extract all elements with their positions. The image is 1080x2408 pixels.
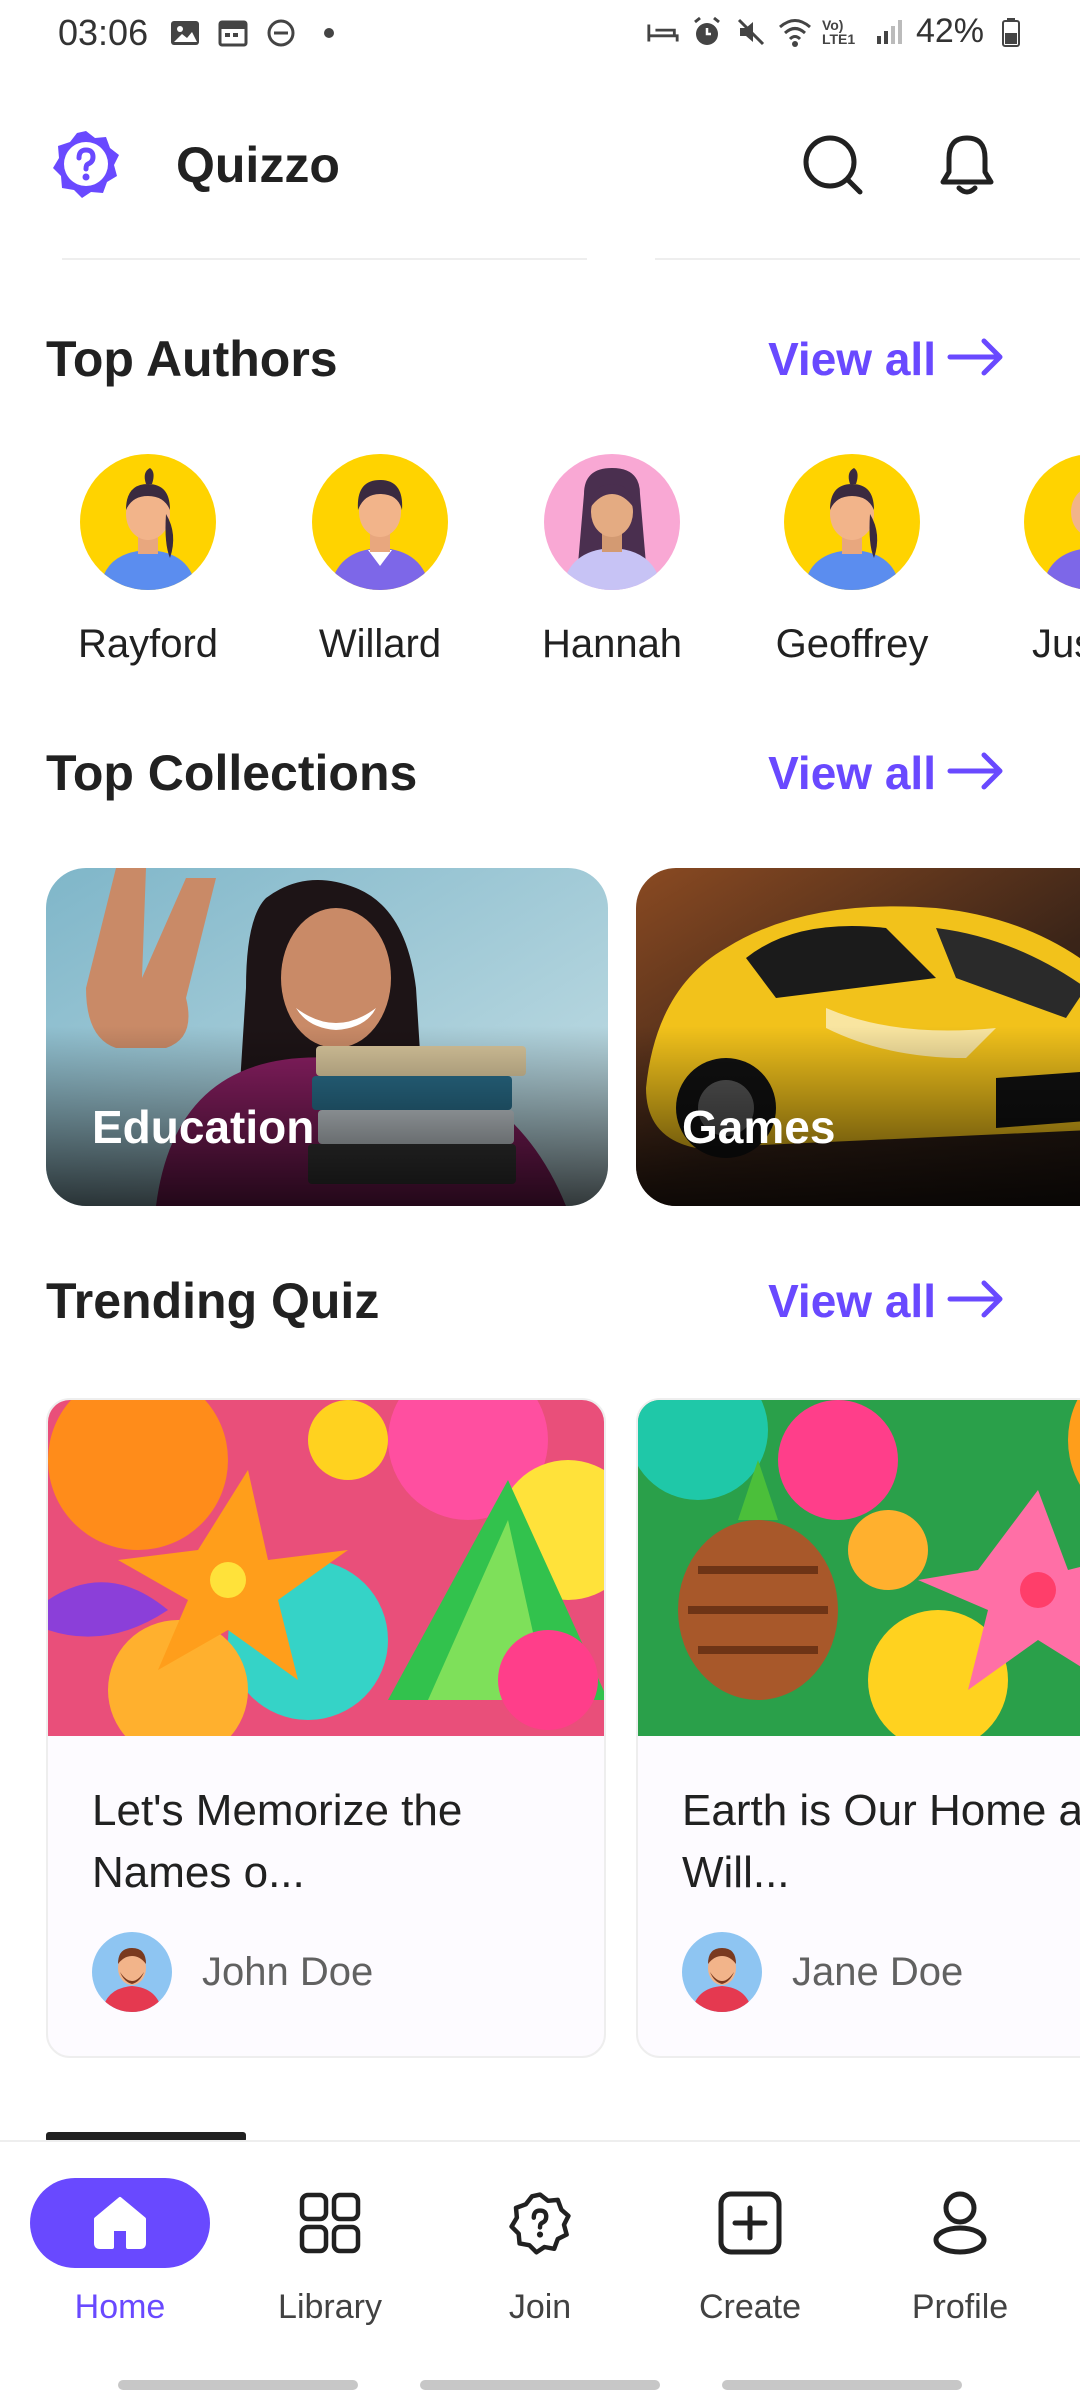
collection-label: Education: [92, 1101, 315, 1153]
author-name: Rayford: [77, 622, 219, 666]
author-item[interactable]: Geoffrey: [752, 450, 952, 680]
search-button[interactable]: [798, 130, 868, 200]
author-name: Jus: [1032, 622, 1080, 666]
sleep-icon: [646, 15, 680, 49]
avatar: [1024, 454, 1080, 590]
author-item[interactable]: Rayford: [48, 450, 248, 680]
bottom-nav: Home Library Join Create Profile: [0, 2140, 1080, 2408]
join-icon: [509, 2192, 571, 2255]
arrow-right-icon[interactable]: [946, 332, 1006, 382]
collection-card-education[interactable]: Education: [46, 868, 608, 1206]
author-name: Geoffrey: [775, 622, 929, 666]
nav-join[interactable]: Join: [435, 2178, 645, 2338]
app-header: Quizzo: [0, 110, 1080, 220]
avatar: [682, 1932, 762, 2012]
section-title: Trending Quiz: [46, 1273, 380, 1329]
nav-label: Join: [508, 2288, 572, 2326]
nav-icon-wrap: [450, 2178, 630, 2268]
battery-text: 42%: [915, 12, 984, 50]
home-icon: [94, 2197, 146, 2249]
quiz-author: John Doe: [92, 1930, 373, 2014]
section-title: Top Collections: [46, 745, 418, 801]
nav-library[interactable]: Library: [225, 2178, 435, 2338]
signal-icon: [872, 15, 906, 49]
nav-profile[interactable]: Profile: [855, 2178, 1065, 2338]
quiz-row: Let's Memorize the Names o... John Doe E…: [0, 1398, 1080, 2060]
mute-icon: [734, 15, 768, 49]
volte-icon: Vo) LTE1: [821, 16, 856, 47]
quizzo-logo-icon: [50, 128, 122, 200]
arrow-right-icon[interactable]: [946, 1274, 1006, 1324]
nav-icon-wrap: [30, 2178, 210, 2268]
status-bar: 03:06 Vo) LTE1 42%: [0, 0, 1080, 70]
avatar: [312, 454, 448, 590]
avatar: [80, 454, 216, 590]
bell-icon: [940, 135, 994, 195]
trending-quiz-header: Trending Quiz View all: [46, 1264, 1006, 1334]
wifi-icon: [778, 15, 812, 49]
nav-label: Profile: [911, 2288, 1009, 2326]
search-icon: [803, 135, 863, 195]
quiz-author: Jane Doe: [682, 1930, 963, 2014]
app-title: Quizzo: [176, 137, 340, 193]
collection-label: Games: [682, 1101, 836, 1153]
quiz-title: Earth is Our Home and Will...: [682, 1786, 1080, 1897]
quiz-image: [638, 1400, 1080, 1736]
avatar: [92, 1932, 172, 2012]
avatar: [544, 454, 680, 590]
calendar-icon: [216, 16, 250, 50]
nav-label: Home: [74, 2288, 166, 2326]
author-item[interactable]: Willard: [280, 450, 480, 680]
quiz-image: [48, 1400, 604, 1736]
gesture-bar-right: [722, 2380, 962, 2390]
nav-icon-wrap: [660, 2178, 840, 2268]
author-item[interactable]: Hannah: [512, 450, 712, 680]
view-all-collections-link[interactable]: View all: [768, 746, 936, 800]
nav-icon-wrap: [870, 2178, 1050, 2268]
nav-label: Create: [698, 2288, 802, 2326]
dnd-icon: [264, 16, 298, 50]
profile-icon: [933, 2191, 987, 2255]
section-title: Top Authors: [46, 331, 338, 387]
nav-create[interactable]: Create: [645, 2178, 855, 2338]
quiz-author-name: Jane Doe: [792, 1949, 964, 1994]
quiz-card[interactable]: Let's Memorize the Names o... John Doe: [46, 1398, 606, 2058]
authors-row: Rayford Willard Hannah Geoffrey Ju: [0, 450, 1080, 680]
author-item[interactable]: Jus: [992, 450, 1080, 680]
gallery-icon: [168, 16, 202, 50]
nav-icon-wrap: [240, 2178, 420, 2268]
nav-label: Library: [278, 2288, 382, 2326]
quiz-card[interactable]: Earth is Our Home and Will... Jane Doe: [636, 1398, 1080, 2058]
quiz-author-name: John Doe: [202, 1949, 374, 1994]
gesture-bar-left: [118, 2380, 358, 2390]
notifications-button[interactable]: [932, 130, 1002, 200]
status-left-icons: [168, 16, 346, 50]
status-right: Vo) LTE1 42%: [646, 12, 1028, 51]
status-time: 03:06: [58, 12, 149, 53]
collection-card-games[interactable]: Games: [636, 868, 1080, 1206]
previous-section-edge: [0, 258, 1080, 262]
nav-home[interactable]: Home: [15, 2178, 225, 2338]
create-icon: [718, 2191, 782, 2255]
view-all-authors-link[interactable]: View all: [768, 332, 936, 386]
quiz-title: Let's Memorize the Names o...: [92, 1786, 463, 1897]
collections-row: Education Games: [0, 868, 1080, 1206]
top-authors-header: Top Authors View all: [46, 322, 1006, 392]
view-all-trending-link[interactable]: View all: [768, 1274, 936, 1328]
gesture-bar-center: [420, 2380, 660, 2390]
next-section-peek: [46, 2118, 1006, 2142]
author-name: Hannah: [541, 622, 683, 666]
alarm-icon: [690, 15, 724, 49]
battery-icon: [994, 15, 1028, 49]
dot-icon: [312, 16, 346, 50]
arrow-right-icon[interactable]: [946, 746, 1006, 796]
library-icon: [299, 2192, 361, 2254]
author-name: Willard: [318, 622, 442, 666]
avatar: [784, 454, 920, 590]
top-collections-header: Top Collections View all: [46, 736, 1006, 806]
